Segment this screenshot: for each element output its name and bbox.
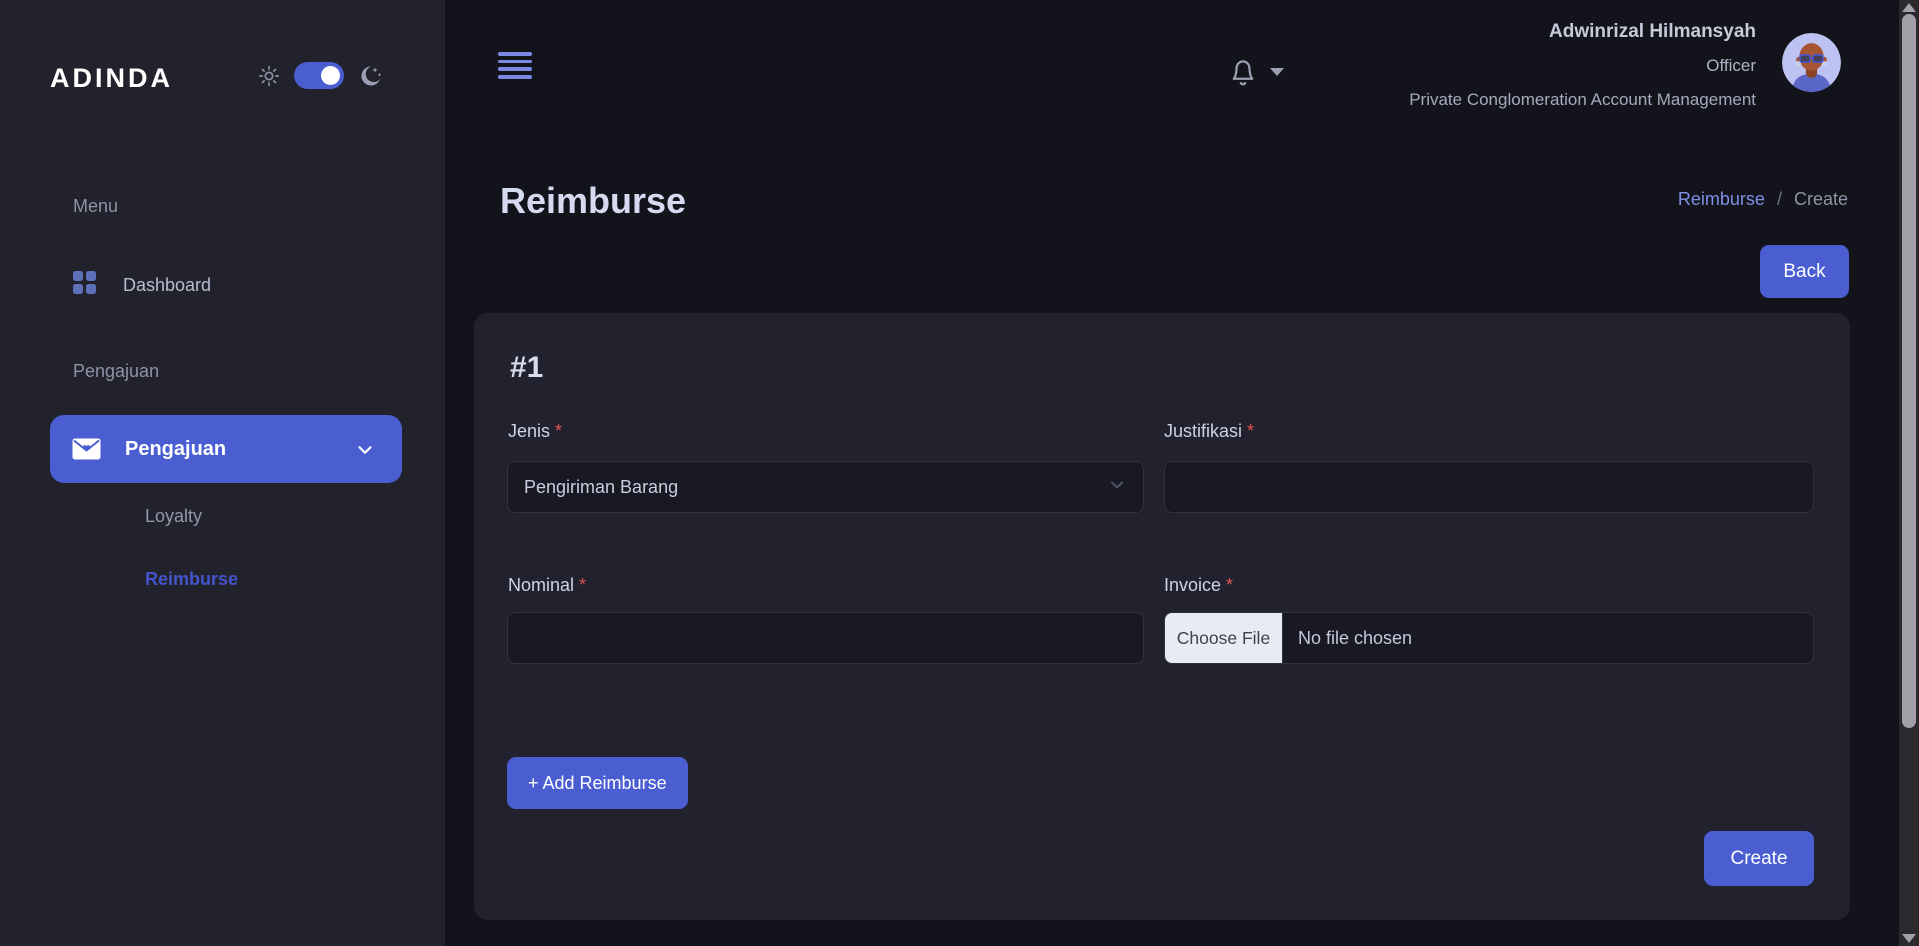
- moon-stars-icon: [358, 63, 384, 89]
- scroll-down-arrow-icon[interactable]: [1902, 934, 1916, 943]
- required-asterisk: *: [1226, 575, 1233, 595]
- chevron-down-icon: [354, 439, 376, 466]
- invoice-label: Invoice*: [1164, 575, 1233, 596]
- bell-icon[interactable]: [1226, 52, 1260, 95]
- dashboard-grid-icon: [72, 270, 97, 300]
- nominal-input[interactable]: [508, 613, 1143, 663]
- reimburse-form-card: #1 Jenis* Justifikasi* Nominal* Invoice*…: [474, 313, 1850, 920]
- sidebar-item-dashboard[interactable]: Dashboard: [72, 270, 211, 300]
- scrollbar-thumb[interactable]: [1902, 14, 1916, 728]
- app-logo: ADINDA: [50, 56, 173, 100]
- breadcrumb-current: Create: [1794, 189, 1848, 209]
- justifikasi-label-text: Justifikasi: [1164, 421, 1242, 441]
- hamburger-menu-icon[interactable]: [498, 52, 532, 83]
- sidebar-item-loyalty[interactable]: Loyalty: [145, 506, 202, 527]
- chevron-down-icon: [1107, 475, 1127, 500]
- nominal-field-wrap: [507, 612, 1144, 664]
- sidebar-item-pengajuan[interactable]: Pengajuan: [50, 415, 402, 483]
- user-info: Adwinrizal Hilmansyah Officer Private Co…: [1409, 22, 1756, 110]
- sidebar-item-reimburse[interactable]: Reimburse: [145, 569, 238, 590]
- invoice-label-text: Invoice: [1164, 575, 1221, 595]
- add-reimburse-button[interactable]: + Add Reimburse: [507, 757, 688, 809]
- envelope-heart-icon: [72, 438, 101, 460]
- jenis-select[interactable]: Pengiriman Barang: [507, 461, 1144, 513]
- justifikasi-input[interactable]: [1165, 462, 1813, 512]
- hamburger-bar: [498, 60, 532, 64]
- file-chosen-status: No file chosen: [1283, 613, 1412, 663]
- hamburger-bar: [498, 67, 532, 71]
- create-button[interactable]: Create: [1704, 831, 1814, 886]
- sidebar-item-pengajuan-label: Pengajuan: [125, 438, 226, 461]
- breadcrumb: Reimburse / Create: [1678, 189, 1848, 210]
- theme-switcher: [258, 62, 384, 89]
- required-asterisk: *: [1247, 421, 1254, 441]
- avatar[interactable]: [1782, 33, 1841, 92]
- back-button[interactable]: Back: [1760, 245, 1849, 298]
- nominal-label: Nominal*: [508, 575, 586, 596]
- justifikasi-field-wrap: [1164, 461, 1814, 513]
- required-asterisk: *: [555, 421, 562, 441]
- theme-toggle-knob: [321, 66, 340, 85]
- user-name: Adwinrizal Hilmansyah: [1409, 22, 1756, 41]
- sidebar-section-pengajuan: Pengajuan: [73, 361, 159, 382]
- invoice-file-input: Choose File No file chosen: [1164, 612, 1814, 664]
- jenis-select-value: Pengiriman Barang: [524, 477, 678, 498]
- user-organization: Private Conglomeration Account Managemen…: [1409, 90, 1756, 110]
- sidebar-section-menu: Menu: [73, 196, 118, 217]
- breadcrumb-reimburse-link[interactable]: Reimburse: [1678, 189, 1765, 209]
- notifications-caret-icon[interactable]: [1270, 68, 1284, 76]
- entry-number: #1: [510, 351, 543, 385]
- scrollbar: [1899, 0, 1919, 946]
- hamburger-bar: [498, 75, 532, 79]
- hamburger-bar: [498, 52, 532, 56]
- justifikasi-label: Justifikasi*: [1164, 421, 1254, 442]
- breadcrumb-separator: /: [1777, 189, 1782, 209]
- theme-toggle[interactable]: [294, 62, 344, 89]
- jenis-label-text: Jenis: [508, 421, 550, 441]
- sun-icon: [258, 65, 280, 87]
- required-asterisk: *: [579, 575, 586, 595]
- page-title: Reimburse: [500, 180, 686, 222]
- sidebar-item-dashboard-label: Dashboard: [123, 275, 211, 296]
- user-role: Officer: [1409, 56, 1756, 76]
- choose-file-button[interactable]: Choose File: [1165, 613, 1283, 663]
- scroll-up-arrow-icon[interactable]: [1902, 3, 1916, 12]
- sidebar: ADINDA Menu: [0, 0, 445, 946]
- nominal-label-text: Nominal: [508, 575, 574, 595]
- jenis-label: Jenis*: [508, 421, 562, 442]
- app-logo-text: ADINDA: [50, 63, 173, 94]
